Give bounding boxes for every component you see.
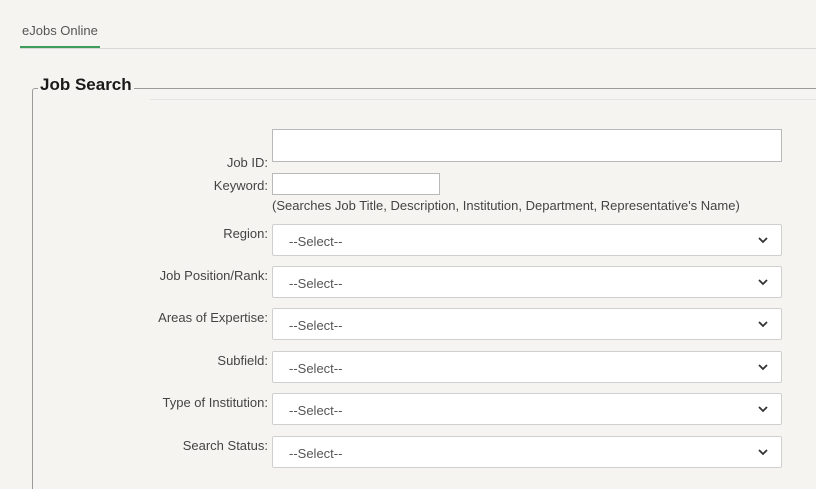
keyword-input[interactable] [272,173,440,195]
search-status-select[interactable]: --Select-- [272,436,782,468]
subfield-select[interactable]: --Select-- [272,351,782,383]
chevron-down-icon [758,237,768,244]
region-selected-value: --Select-- [289,234,343,249]
job-position-selected-value: --Select-- [289,276,343,291]
areas-of-expertise-label: Areas of Expertise: [158,310,268,325]
tab-ejobs-online[interactable]: eJobs Online [20,22,100,48]
subfield-label: Subfield: [217,353,268,368]
job-id-label: Job ID: [226,155,268,170]
job-id-input[interactable] [272,129,782,162]
search-status-label: Search Status: [182,438,268,453]
chevron-down-icon [758,364,768,371]
chevron-down-icon [758,449,768,456]
subfield-selected-value: --Select-- [289,361,343,376]
type-of-institution-selected-value: --Select-- [289,403,343,418]
job-search-legend: Job Search [38,74,134,96]
type-of-institution-label: Type of Institution: [162,395,268,410]
type-of-institution-select[interactable]: --Select-- [272,393,782,425]
keyword-label: Keyword: [213,178,268,193]
region-label: Region: [223,226,268,241]
chevron-down-icon [758,279,768,286]
areas-of-expertise-selected-value: --Select-- [289,318,343,333]
search-status-selected-value: --Select-- [289,446,343,461]
keyword-hint: (Searches Job Title, Description, Instit… [272,198,740,213]
region-select[interactable]: --Select-- [272,224,782,256]
job-position-label: Job Position/Rank: [159,268,268,283]
areas-of-expertise-select[interactable]: --Select-- [272,308,782,340]
chevron-down-icon [758,406,768,413]
legend-divider [150,99,816,100]
tab-bar: eJobs Online [20,0,816,49]
job-position-select[interactable]: --Select-- [272,266,782,298]
chevron-down-icon [758,321,768,328]
